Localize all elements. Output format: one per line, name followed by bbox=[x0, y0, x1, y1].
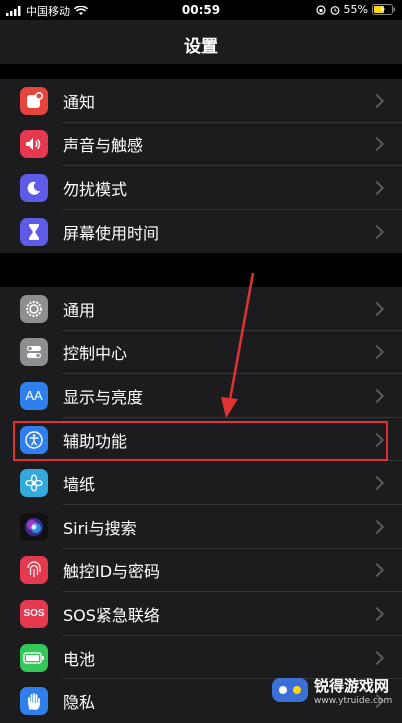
chevron-right-icon bbox=[369, 606, 385, 622]
settings-item-display-brightness[interactable]: AA 显示与亮度 bbox=[0, 374, 402, 418]
status-right: 55% bbox=[315, 3, 396, 16]
settings-item-label: 勿扰模式 bbox=[63, 179, 128, 199]
sos-icon: SOS bbox=[20, 599, 48, 628]
settings-item-label: 显示与亮度 bbox=[63, 387, 144, 407]
settings-item-sounds[interactable]: 声音与触感 bbox=[0, 123, 402, 167]
settings-item-general[interactable]: 通用 bbox=[0, 287, 402, 331]
settings-item-label: SOS紧急联络 bbox=[63, 605, 160, 625]
settings-group-2: 通用 控制中心 AA 显示与亮度 辅助功能 墙纸 Siri与搜索 触控ID与密码… bbox=[0, 287, 402, 723]
page-title: 设置 bbox=[184, 37, 218, 57]
wallpaper-icon bbox=[20, 469, 48, 498]
settings-item-label: 通用 bbox=[63, 300, 96, 320]
settings-item-label: 辅助功能 bbox=[63, 431, 128, 451]
chevron-right-icon bbox=[369, 137, 385, 152]
settings-item-accessibility[interactable]: 辅助功能 bbox=[0, 418, 402, 462]
watermark-name: 锐得游戏网 bbox=[314, 676, 390, 695]
settings-item-screen-time[interactable]: 屏幕使用时间 bbox=[0, 210, 402, 254]
battery-percent: 55% bbox=[343, 3, 368, 16]
status-bar: 中国移动 00:59 55% bbox=[0, 0, 402, 20]
touch-id-icon bbox=[20, 556, 48, 585]
watermark-logo-icon bbox=[272, 678, 308, 702]
settings-item-emergency-sos[interactable]: SOS SOS紧急联络 bbox=[0, 592, 402, 636]
battery-icon bbox=[20, 643, 48, 672]
screen-time-icon bbox=[20, 217, 48, 246]
siri-icon bbox=[20, 512, 48, 541]
settings-item-do-not-disturb[interactable]: 勿扰模式 bbox=[0, 166, 402, 210]
accessibility-icon bbox=[20, 425, 48, 454]
chevron-right-icon bbox=[369, 650, 385, 665]
chevron-right-icon bbox=[369, 93, 385, 108]
settings-item-label: 电池 bbox=[63, 649, 96, 669]
settings-item-wallpaper[interactable]: 墙纸 bbox=[0, 461, 402, 505]
settings-item-label: Siri与搜索 bbox=[63, 518, 137, 538]
control-center-icon bbox=[20, 338, 48, 367]
settings-group-1: 通知 声音与触感 勿扰模式 屏幕使用时间 bbox=[0, 79, 402, 254]
settings-item-label: 屏幕使用时间 bbox=[63, 223, 160, 243]
sounds-icon bbox=[20, 130, 48, 159]
chevron-right-icon bbox=[369, 432, 385, 447]
orientation-lock-icon bbox=[315, 4, 326, 15]
watermark: 锐得游戏网 www.ytruide.com bbox=[270, 667, 400, 713]
chevron-right-icon bbox=[369, 388, 385, 404]
do-not-disturb-icon bbox=[20, 173, 48, 202]
settings-item-label: 墙纸 bbox=[63, 475, 96, 495]
gear-icon bbox=[20, 294, 48, 323]
settings-item-label: 声音与触感 bbox=[63, 136, 144, 156]
chevron-right-icon bbox=[369, 519, 385, 534]
alarm-icon bbox=[330, 5, 339, 15]
chevron-right-icon bbox=[369, 476, 385, 491]
battery-charging-icon bbox=[372, 4, 395, 15]
settings-item-label: 控制中心 bbox=[63, 344, 128, 364]
chevron-right-icon bbox=[369, 224, 385, 239]
display-brightness-icon: AA bbox=[20, 381, 48, 410]
privacy-hand-icon bbox=[20, 687, 48, 716]
chevron-right-icon bbox=[369, 301, 385, 316]
settings-item-notifications[interactable]: 通知 bbox=[0, 79, 402, 123]
settings-item-siri-search[interactable]: Siri与搜索 bbox=[0, 505, 402, 549]
chevron-right-icon bbox=[369, 180, 385, 196]
settings-item-label: 隐私 bbox=[63, 693, 96, 713]
chevron-right-icon bbox=[369, 345, 385, 360]
navigation-bar: 设置 bbox=[0, 20, 402, 64]
settings-item-label: 通知 bbox=[63, 92, 96, 112]
notifications-icon bbox=[20, 86, 48, 115]
settings-item-control-center[interactable]: 控制中心 bbox=[0, 331, 402, 375]
settings-item-touch-id[interactable]: 触控ID与密码 bbox=[0, 549, 402, 593]
settings-item-label: 触控ID与密码 bbox=[63, 562, 161, 582]
watermark-url: www.ytruide.com bbox=[314, 695, 393, 706]
chevron-right-icon bbox=[369, 563, 385, 578]
